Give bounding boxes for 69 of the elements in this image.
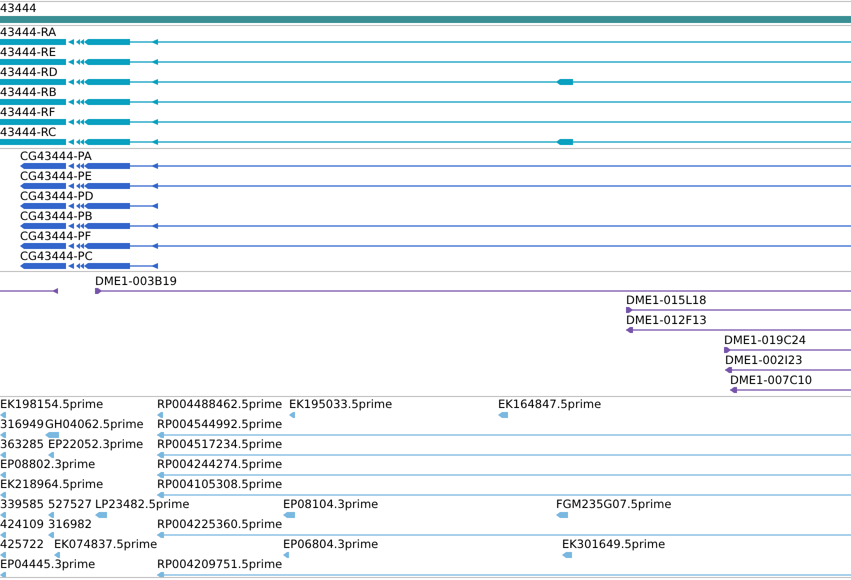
- est-glyph: [0, 432, 6, 438]
- feature-label: 424109: [0, 518, 44, 531]
- feature-label: CG43444-PB: [20, 210, 92, 223]
- feature-label: DME1-002I23: [725, 354, 802, 367]
- feature-label: 43444: [0, 2, 37, 15]
- feature-label: EP08802.3prime: [0, 458, 96, 471]
- feature-label: RP004517234.5prime: [157, 438, 282, 451]
- feature-label: CG43444-PF: [20, 230, 92, 243]
- feature-label: RP004544992.5prime: [157, 418, 282, 431]
- est-glyph: [0, 412, 6, 418]
- est-glyph: [283, 552, 289, 558]
- feature-label: EK164847.5prime: [498, 398, 602, 411]
- feature-label: 43444-RD: [0, 66, 58, 79]
- feature-label: DME1-019C24: [724, 334, 806, 347]
- feature-label: GH04062.5prime: [45, 418, 144, 431]
- feature-label: EP06804.3prime: [283, 538, 378, 551]
- feature-label: 43444-RE: [0, 46, 56, 59]
- feature-label: CG43444-PC: [20, 250, 93, 263]
- est-glyph: [48, 452, 54, 458]
- feature-label: RP004488462.5prime: [157, 398, 282, 411]
- est-glyph: [283, 512, 295, 518]
- est-glyph: [95, 512, 107, 518]
- feature-label: 43444-RC: [0, 126, 56, 139]
- est-glyph: [498, 412, 508, 418]
- feature-label: EP04445.3prime: [0, 558, 96, 571]
- feature-label: 363285: [0, 438, 44, 451]
- est-glyph: [0, 512, 6, 518]
- feature-label: DME1-015L18: [626, 294, 706, 307]
- feature-label: CG43444-PD: [20, 190, 94, 203]
- feature-label: EK074837.5prime: [54, 538, 158, 551]
- feature-label: 316982: [48, 518, 92, 531]
- feature-label: EP22052.3prime: [48, 438, 144, 451]
- feature-label: RP004244274.5prime: [157, 458, 282, 471]
- est-glyph: [48, 512, 54, 518]
- est-glyph: [0, 492, 6, 498]
- feature-label: EK198154.5prime: [0, 398, 104, 411]
- feature-label: CG43444-PA: [20, 150, 92, 163]
- feature-label: DME1-003B19: [95, 275, 177, 288]
- est-glyph: [45, 432, 59, 438]
- feature-label: CG43444-PE: [20, 170, 92, 183]
- feature-label: 43444-RF: [0, 106, 56, 119]
- est-glyph: [556, 512, 568, 518]
- feature-label: DME1-007C10: [730, 374, 812, 387]
- feature-label: EK301649.5prime: [562, 538, 666, 551]
- est-glyph: [0, 472, 6, 478]
- feature-label: EK218964.5prime: [0, 478, 104, 491]
- feature-label: RP004209751.5prime: [157, 558, 282, 571]
- feature-label: 43444-RB: [0, 86, 57, 99]
- feature-label: RP004105308.5prime: [157, 478, 282, 491]
- feature-label: LP23482.5prime: [95, 498, 190, 511]
- est-glyph: [48, 532, 54, 538]
- feature-label: DME1-012F13: [626, 314, 707, 327]
- feature-label: EP08104.3prime: [283, 498, 378, 511]
- est-glyph: [0, 552, 6, 558]
- feature-label: 425722: [0, 538, 44, 551]
- est-glyph: [289, 412, 295, 418]
- feature-label: 339585: [0, 498, 44, 511]
- est-glyph: [0, 452, 6, 458]
- feature-label: FGM235G07.5prime: [556, 498, 672, 511]
- est-glyph: [157, 412, 163, 418]
- feature-label: RP004225360.5prime: [157, 518, 282, 531]
- clone-glyph: [0, 288, 59, 294]
- feature-label: 43444-RA: [0, 26, 56, 39]
- est-glyph: [562, 552, 572, 558]
- feature-label: EK195033.5prime: [289, 398, 392, 411]
- est-glyph: [54, 552, 60, 558]
- est-glyph: [0, 532, 6, 538]
- feature-label: 527527: [48, 498, 92, 511]
- feature-label: 316949: [0, 418, 44, 431]
